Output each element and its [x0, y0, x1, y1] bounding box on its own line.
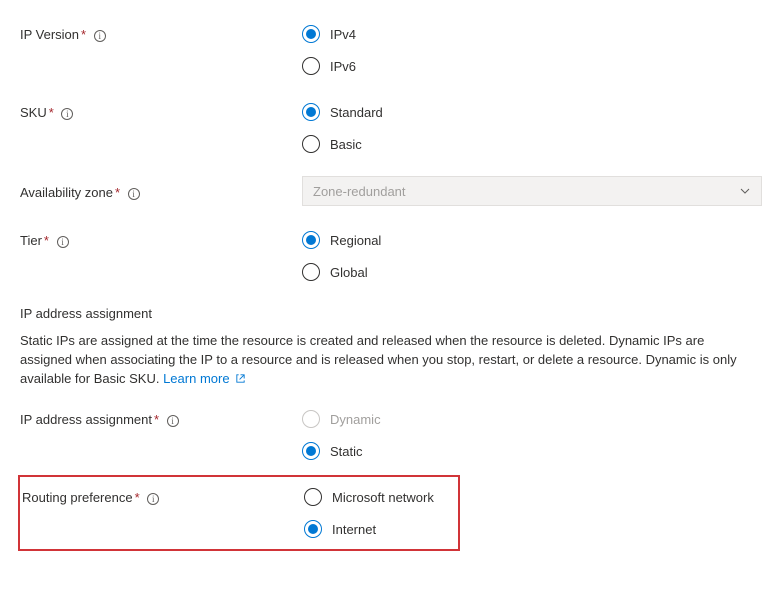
- required-star: *: [44, 233, 49, 248]
- radio-icon: [302, 263, 320, 281]
- dropdown-value: Zone-redundant: [313, 184, 406, 199]
- radio-internet[interactable]: Internet: [304, 513, 458, 545]
- info-icon[interactable]: i: [147, 493, 159, 505]
- required-star: *: [49, 105, 54, 120]
- radio-standard[interactable]: Standard: [302, 96, 748, 128]
- radio-regional[interactable]: Regional: [302, 224, 748, 256]
- sku-label: SKU* i: [20, 96, 302, 130]
- radio-global[interactable]: Global: [302, 256, 748, 288]
- radio-icon: [304, 488, 322, 506]
- external-link-icon: [235, 370, 246, 389]
- radio-icon: [304, 520, 322, 538]
- radio-ipv4[interactable]: IPv4: [302, 18, 748, 50]
- ip-assignment-help: Static IPs are assigned at the time the …: [20, 331, 746, 389]
- info-icon[interactable]: i: [57, 236, 69, 248]
- sku-group: Standard Basic: [302, 96, 748, 160]
- required-star: *: [81, 27, 86, 42]
- required-star: *: [154, 412, 159, 427]
- availability-zone-label: Availability zone* i: [20, 174, 302, 210]
- tier-label: Tier* i: [20, 224, 302, 258]
- routing-preference-label: Routing preference* i: [22, 481, 304, 515]
- routing-group: Microsoft network Internet: [304, 481, 458, 545]
- radio-basic[interactable]: Basic: [302, 128, 748, 160]
- ip-assignment-label: IP address assignment* i: [20, 403, 302, 437]
- info-icon[interactable]: i: [94, 30, 106, 42]
- learn-more-link[interactable]: Learn more: [163, 371, 246, 386]
- radio-icon: [302, 442, 320, 460]
- ip-assignment-section-title: IP address assignment: [20, 306, 748, 321]
- required-star: *: [115, 185, 120, 200]
- ip-assignment-group: Dynamic Static: [302, 403, 748, 467]
- radio-icon: [302, 410, 320, 428]
- tier-group: Regional Global: [302, 224, 748, 288]
- radio-microsoft-network[interactable]: Microsoft network: [304, 481, 458, 513]
- radio-icon: [302, 103, 320, 121]
- ip-version-label: IP Version* i: [20, 18, 302, 52]
- radio-icon: [302, 25, 320, 43]
- radio-ipv6[interactable]: IPv6: [302, 50, 748, 82]
- info-icon[interactable]: i: [167, 415, 179, 427]
- info-icon[interactable]: i: [61, 108, 73, 120]
- ip-version-group: IPv4 IPv6: [302, 18, 748, 82]
- chevron-down-icon: [739, 185, 751, 197]
- info-icon[interactable]: i: [128, 188, 140, 200]
- radio-icon: [302, 135, 320, 153]
- required-star: *: [135, 490, 140, 505]
- radio-dynamic: Dynamic: [302, 403, 748, 435]
- availability-zone-dropdown[interactable]: Zone-redundant: [302, 176, 762, 206]
- radio-icon: [302, 57, 320, 75]
- routing-highlight: Routing preference* i Microsoft network …: [18, 475, 460, 551]
- radio-static[interactable]: Static: [302, 435, 748, 467]
- radio-icon: [302, 231, 320, 249]
